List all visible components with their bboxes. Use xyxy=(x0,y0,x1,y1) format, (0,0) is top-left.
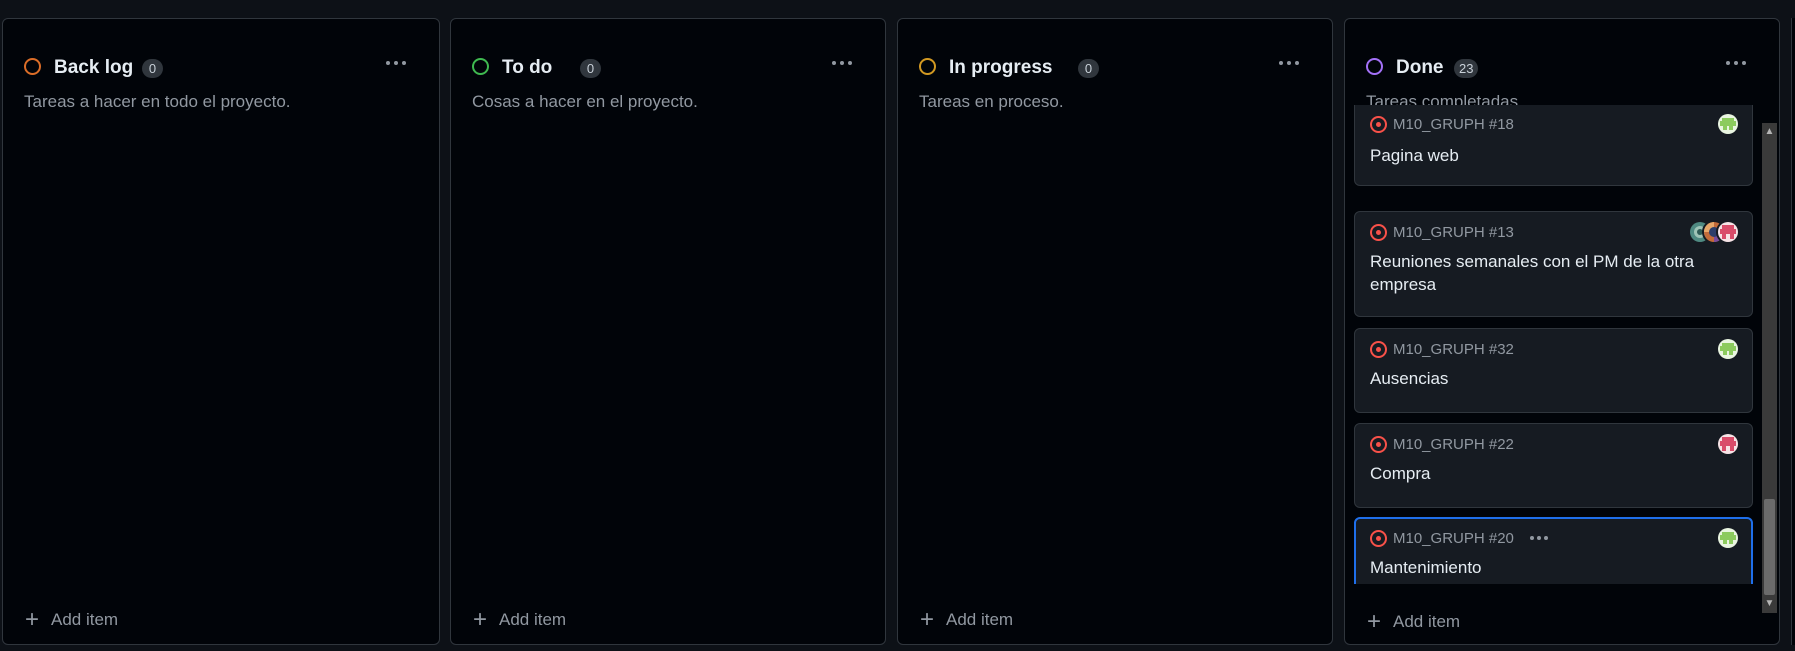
card-meta: M10_GRUPH #22 xyxy=(1370,434,1514,454)
green-avatar-icon[interactable] xyxy=(1716,337,1740,361)
add-item-label: Add item xyxy=(946,610,1014,629)
plus-icon: + xyxy=(1366,608,1381,635)
card-title[interactable]: Ausencias xyxy=(1370,367,1712,390)
kebab-dot-icon xyxy=(1295,61,1299,65)
issue-reference[interactable]: M10_GRUPH #22 xyxy=(1393,436,1514,453)
column-title: Done xyxy=(1396,57,1444,78)
assignee-avatars xyxy=(1716,432,1740,456)
add-item-label: Add item xyxy=(51,610,119,629)
kebab-dot-icon xyxy=(386,61,390,65)
card-menu-button[interactable] xyxy=(1529,536,1548,540)
add-item-button[interactable]: + Add item xyxy=(918,608,1013,632)
issue-reference[interactable]: M10_GRUPH #13 xyxy=(1393,224,1514,241)
item-count-badge: 0 xyxy=(1078,59,1099,78)
assignee-avatars xyxy=(1688,220,1740,244)
column-header: Done 23 Tareas completadas. xyxy=(1365,39,1763,111)
plus-icon: + xyxy=(472,606,487,633)
issue-reference[interactable]: M10_GRUPH #18 xyxy=(1393,116,1514,133)
kebab-dot-icon xyxy=(1279,61,1283,65)
column-header: In progress 0 Tareas en proceso. xyxy=(918,39,1316,111)
kebab-dot-icon xyxy=(1726,61,1730,65)
item-count-badge: 0 xyxy=(580,59,601,78)
issue-card-selected[interactable]: M10_GRUPH #20 Mantenimiento xyxy=(1354,517,1753,584)
column-header: To do 0 Cosas a hacer en el proyecto. xyxy=(471,39,869,111)
scrollbar-thumb[interactable] xyxy=(1764,499,1775,595)
column-menu-button[interactable] xyxy=(1274,53,1304,73)
open-issue-icon xyxy=(1370,435,1387,453)
kebab-dot-icon xyxy=(402,61,406,65)
item-count-badge: 23 xyxy=(1454,59,1479,78)
issue-card[interactable]: M10_GRUPH #32 Ausencias xyxy=(1354,328,1753,413)
green-avatar-icon[interactable] xyxy=(1716,112,1740,136)
issue-reference[interactable]: M10_GRUPH #32 xyxy=(1393,341,1514,358)
column-title: To do xyxy=(502,57,553,78)
scroll-down-arrow-icon[interactable]: ▼ xyxy=(1762,597,1777,611)
add-item-button[interactable]: + Add item xyxy=(471,608,566,632)
card-title[interactable]: Reuniones semanales con el PM de la otra… xyxy=(1370,250,1712,296)
add-item-button[interactable]: + Add item xyxy=(23,608,118,632)
card-list-scrollbar[interactable]: ▲ ▼ xyxy=(1762,123,1777,613)
assignee-avatars xyxy=(1716,112,1740,136)
assignee-avatars xyxy=(1716,526,1740,550)
column-todo: To do 0 Cosas a hacer en el proyecto. + … xyxy=(450,18,886,645)
issue-card[interactable]: M10_GRUPH #22 Compra xyxy=(1354,423,1753,508)
plus-icon: + xyxy=(919,606,934,633)
issue-reference[interactable]: M10_GRUPH #20 xyxy=(1393,530,1514,547)
card-list[interactable]: M10_GRUPH #18 Pagina web M10_GRUPH #13 R… xyxy=(1354,105,1753,584)
backlog-status-icon xyxy=(24,58,41,75)
kebab-dot-icon xyxy=(1536,536,1541,540)
pink-avatar-icon[interactable] xyxy=(1716,432,1740,456)
column-menu-button[interactable] xyxy=(1721,53,1751,73)
scroll-up-arrow-icon[interactable]: ▲ xyxy=(1762,125,1777,139)
green-avatar-icon[interactable] xyxy=(1716,526,1740,550)
card-title[interactable]: Pagina web xyxy=(1370,144,1712,167)
card-meta: M10_GRUPH #13 xyxy=(1370,222,1514,242)
open-issue-icon xyxy=(1370,340,1387,358)
plus-icon: + xyxy=(24,606,39,633)
add-item-label: Add item xyxy=(1393,612,1461,631)
project-board: Back log 0 Tareas a hacer en todo el pro… xyxy=(0,0,1795,651)
kebab-dot-icon xyxy=(394,61,398,65)
open-issue-icon xyxy=(1370,223,1387,241)
kebab-dot-icon xyxy=(1287,61,1291,65)
add-item-button[interactable]: + Add item xyxy=(1365,610,1460,634)
column-title: In progress xyxy=(949,57,1053,78)
card-meta: M10_GRUPH #32 xyxy=(1370,339,1514,359)
add-item-label: Add item xyxy=(499,610,567,629)
done-status-icon xyxy=(1366,58,1383,75)
open-issue-icon xyxy=(1370,529,1387,547)
issue-card[interactable]: M10_GRUPH #13 Reuniones semanales con el… xyxy=(1354,211,1753,317)
item-count-badge: 0 xyxy=(142,59,163,78)
column-description: Tareas en proceso. xyxy=(919,92,1064,111)
issue-card[interactable]: M10_GRUPH #18 Pagina web xyxy=(1354,105,1753,186)
pink-avatar-icon[interactable] xyxy=(1716,220,1740,244)
column-title: Back log xyxy=(54,57,134,78)
todo-status-icon xyxy=(472,58,489,75)
kebab-dot-icon xyxy=(1742,61,1746,65)
kebab-dot-icon xyxy=(832,61,836,65)
card-title[interactable]: Compra xyxy=(1370,462,1712,485)
kebab-dot-icon xyxy=(840,61,844,65)
kebab-dot-icon xyxy=(1734,61,1738,65)
card-meta: M10_GRUPH #18 xyxy=(1370,114,1514,134)
kebab-dot-icon xyxy=(1529,536,1534,540)
card-meta: M10_GRUPH #20 xyxy=(1370,528,1548,548)
column-description: Tareas a hacer en todo el proyecto. xyxy=(24,92,291,111)
column-header: Back log 0 Tareas a hacer en todo el pro… xyxy=(23,39,423,111)
kebab-dot-icon xyxy=(848,61,852,65)
column-done: Done 23 Tareas completadas. M10_GRUPH #1… xyxy=(1344,18,1780,645)
column-description: Cosas a hacer en el proyecto. xyxy=(472,92,698,111)
assignee-avatars xyxy=(1716,337,1740,361)
card-title[interactable]: Mantenimiento xyxy=(1370,556,1711,579)
column-menu-button[interactable] xyxy=(827,53,857,73)
open-issue-icon xyxy=(1370,115,1387,133)
kebab-dot-icon xyxy=(1543,536,1548,540)
column-in-progress: In progress 0 Tareas en proceso. + Add i… xyxy=(897,18,1333,645)
column-backlog: Back log 0 Tareas a hacer en todo el pro… xyxy=(2,18,440,645)
next-column-edge xyxy=(1791,18,1795,645)
column-menu-button[interactable] xyxy=(381,53,411,73)
in-progress-status-icon xyxy=(919,58,936,75)
